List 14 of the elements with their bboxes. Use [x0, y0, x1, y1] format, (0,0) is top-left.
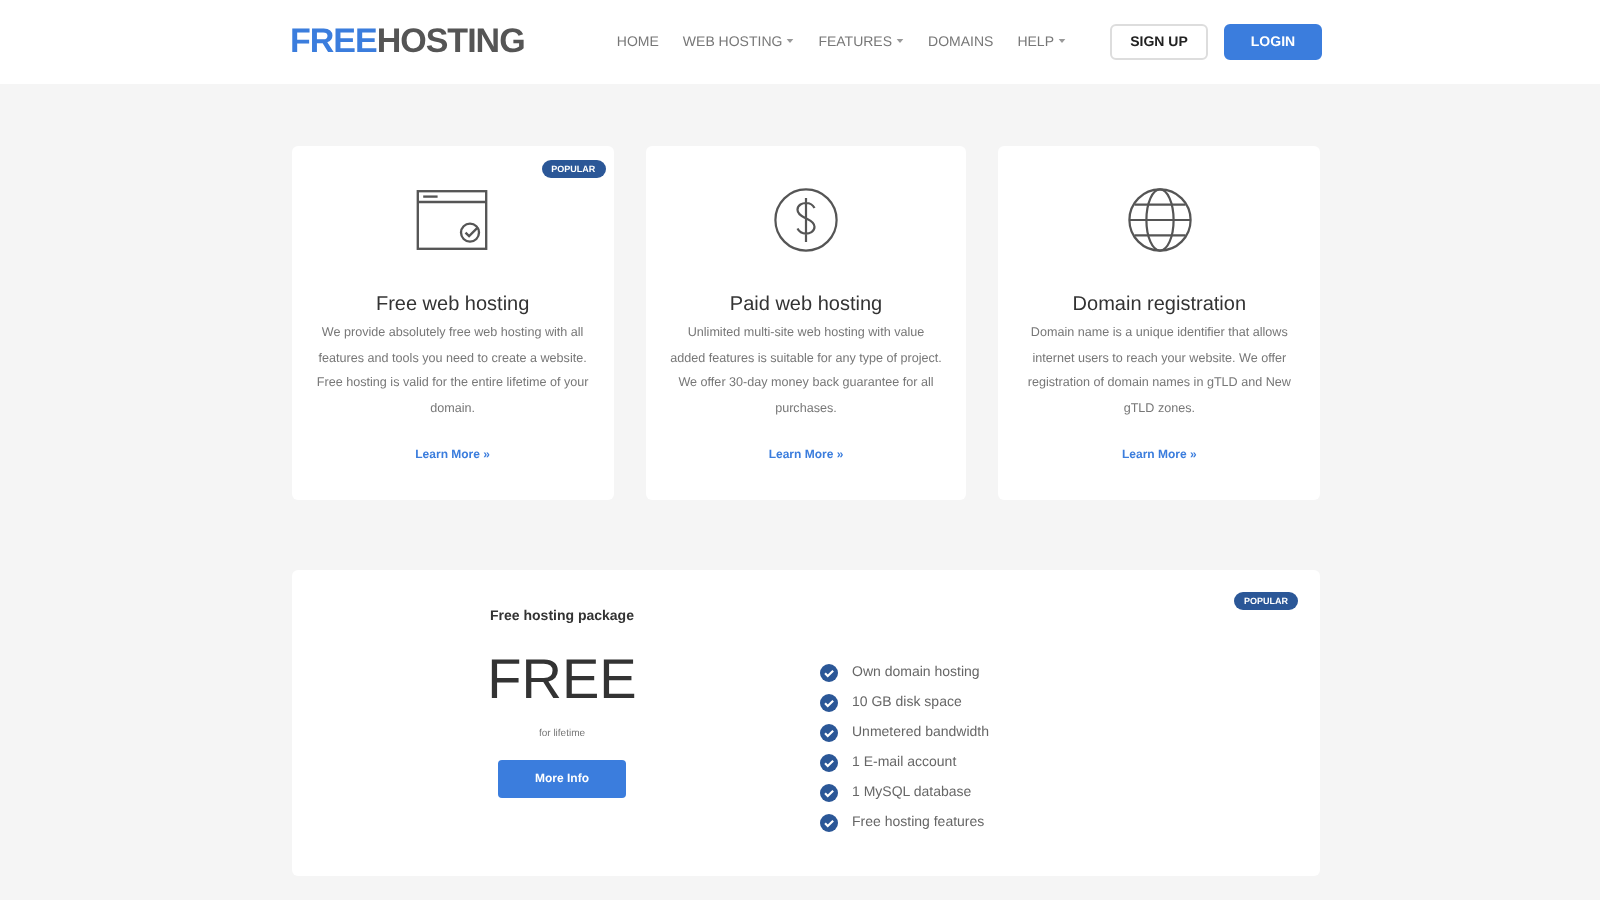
check-icon — [820, 783, 838, 801]
dollar-icon — [769, 186, 842, 254]
check-icon — [820, 813, 838, 831]
check-icon — [820, 663, 838, 681]
logo[interactable]: FREEHOSTING — [290, 22, 525, 62]
card-title: Domain registration — [1072, 294, 1247, 316]
globe-icon — [1123, 186, 1196, 254]
card-title: Paid web hosting — [729, 294, 883, 316]
check-icon — [820, 753, 838, 771]
browser-window-icon — [416, 186, 489, 254]
check-icon — [820, 723, 838, 741]
check-icon — [820, 693, 838, 711]
price: FREE — [487, 648, 637, 712]
card-title: Free web hosting — [375, 294, 530, 316]
